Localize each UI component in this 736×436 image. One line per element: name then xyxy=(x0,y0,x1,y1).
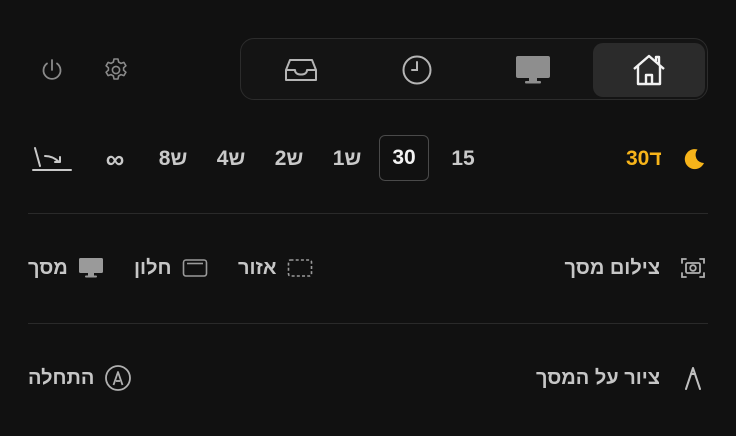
settings-button[interactable] xyxy=(96,50,136,90)
screenshot-title: צילום מסך xyxy=(564,256,660,279)
dashed-selection-icon xyxy=(287,258,313,278)
awake-timer-label: 30ד xyxy=(626,147,662,170)
display-sleep-button[interactable] xyxy=(30,139,74,179)
camera-icon xyxy=(678,254,708,282)
duration-4h[interactable]: 4ש xyxy=(208,139,254,179)
draw-start-button[interactable]: התחלה xyxy=(28,358,132,398)
monitor-icon xyxy=(78,257,104,279)
monitor-icon xyxy=(515,55,551,85)
duration-infinity[interactable]: ∞ xyxy=(98,139,132,179)
power-icon xyxy=(39,57,65,83)
divider xyxy=(28,323,708,324)
duration-8h[interactable]: 8ש xyxy=(150,139,196,179)
laptop-sleep-icon xyxy=(31,144,73,174)
window-button-label: חלון xyxy=(134,256,172,279)
pen-circle-icon xyxy=(104,364,132,392)
window-icon xyxy=(182,258,208,278)
duration-2h[interactable]: 2ש xyxy=(266,139,312,179)
area-button-label: אזור xyxy=(238,256,277,279)
duration-1h[interactable]: 1ש xyxy=(324,139,370,179)
clock-icon xyxy=(401,54,433,86)
tab-home[interactable] xyxy=(593,43,705,97)
home-icon xyxy=(631,53,667,87)
power-button[interactable] xyxy=(32,50,72,90)
tab-display[interactable] xyxy=(477,43,589,97)
start-button-label: התחלה xyxy=(28,366,95,389)
inbox-tray-icon xyxy=(283,56,319,84)
duration-30m[interactable]: 30 xyxy=(379,135,429,181)
screen-button-label: מסך xyxy=(28,256,68,279)
draw-title: ציור על המסך xyxy=(535,366,660,389)
mode-tab-bar xyxy=(240,38,708,100)
screenshot-area-button[interactable]: אזור xyxy=(238,248,313,288)
divider xyxy=(28,213,708,214)
tab-inbox[interactable] xyxy=(245,43,357,97)
gear-icon xyxy=(102,56,130,84)
screenshot-screen-button[interactable]: מסך xyxy=(28,248,104,288)
pen-nib-icon xyxy=(680,364,706,392)
moon-icon xyxy=(680,145,708,173)
duration-15m[interactable]: 15 xyxy=(442,139,484,179)
tab-history[interactable] xyxy=(361,43,473,97)
screenshot-window-button[interactable]: חלון xyxy=(134,248,208,288)
